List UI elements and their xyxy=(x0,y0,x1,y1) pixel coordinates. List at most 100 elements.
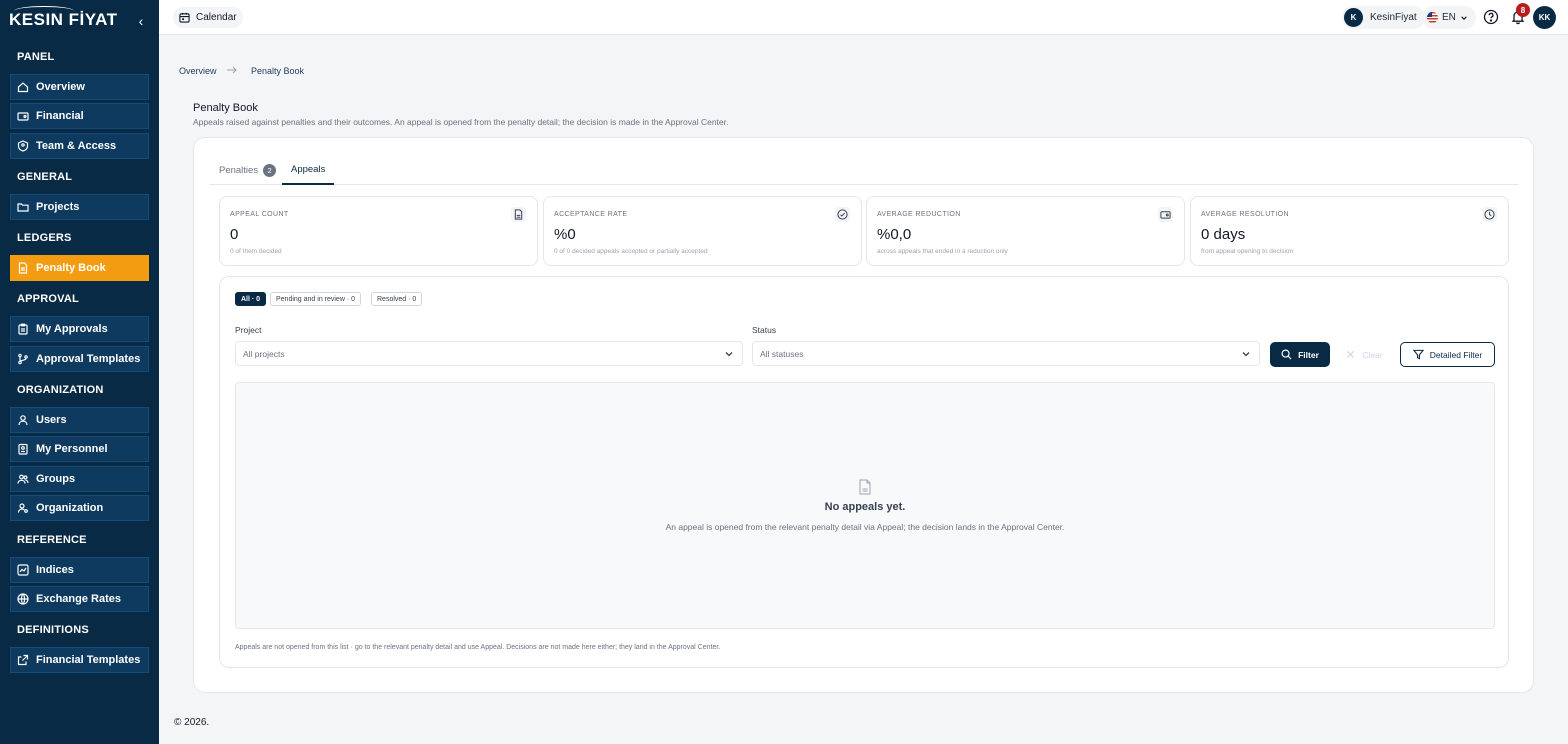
filter-button-label: Filter xyxy=(1298,349,1319,360)
git-branch-icon xyxy=(17,353,29,365)
main-panel: Penalties 2 Appeals APPEAL COUNT 0 0 of … xyxy=(193,137,1534,693)
detailed-filter-label: Detailed Filter xyxy=(1429,349,1483,360)
account-avatar[interactable]: KK xyxy=(1533,6,1556,29)
stat-label: AVERAGE RESOLUTION xyxy=(1201,211,1289,218)
users-icon xyxy=(17,473,29,485)
sidebar-item-label: Indices xyxy=(36,564,74,576)
sidebar-item-label: My Personnel xyxy=(36,443,108,455)
project-select[interactable]: All projects xyxy=(235,341,743,366)
sidebar-item-label: Financial xyxy=(36,110,84,122)
stat-subtext: 0 of 0 decided appeals accepted or parti… xyxy=(554,248,708,255)
clear-button[interactable]: Clear xyxy=(1334,342,1394,367)
tab-bar: Penalties 2 Appeals xyxy=(209,155,1519,185)
tab-count-badge: 2 xyxy=(263,163,277,177)
sidebar-item-approval-templates[interactable]: Approval Templates xyxy=(10,346,149,372)
section-title-organization: ORGANIZATION xyxy=(17,384,104,396)
section-title-panel: PANEL xyxy=(17,51,55,63)
tab-penalties[interactable]: Penalties 2 xyxy=(219,155,277,185)
user-name: KesinFiyat xyxy=(1370,12,1417,23)
sidebar-item-organization[interactable]: Organization xyxy=(10,495,149,521)
sidebar-item-label: Approval Templates xyxy=(36,353,141,365)
filter-button[interactable]: Filter xyxy=(1270,342,1330,367)
section-title-general: GENERAL xyxy=(17,171,73,183)
sidebar-item-label: Penalty Book xyxy=(36,262,106,274)
sidebar-item-label: Projects xyxy=(36,201,80,213)
calendar-button[interactable]: Calendar xyxy=(173,7,243,28)
sidebar-item-penalty-book[interactable]: Penalty Book xyxy=(10,255,149,281)
stat-label: AVERAGE REDUCTION xyxy=(877,211,961,218)
status-select-value: All statuses xyxy=(760,348,804,359)
calendar-icon xyxy=(179,12,190,23)
detailed-filter-button[interactable]: Detailed Filter xyxy=(1400,342,1495,367)
filter-chip-pending[interactable]: Pending and in review · 0 xyxy=(270,292,361,306)
page-title: Penalty Book xyxy=(193,102,258,114)
tab-appeals[interactable]: Appeals xyxy=(282,155,335,185)
clock-icon xyxy=(1482,207,1497,222)
sidebar-item-label: Organization xyxy=(36,502,104,514)
section-title-ledgers: LEDGERS xyxy=(17,232,72,244)
external-doc-icon xyxy=(17,654,29,666)
breadcrumb-current: Penalty Book xyxy=(251,66,305,76)
language-selector[interactable]: EN xyxy=(1422,6,1476,29)
sidebar-item-label: Team & Access xyxy=(36,140,117,152)
chevron-down-icon xyxy=(1242,352,1250,357)
sidebar-item-my-approvals[interactable]: My Approvals xyxy=(10,316,149,342)
wallet-icon xyxy=(1158,207,1173,222)
app-logo[interactable]: KESIN FİYAT xyxy=(9,10,117,30)
stat-label: ACCEPTANCE RATE xyxy=(554,211,628,218)
stat-value: %0 xyxy=(554,226,576,243)
user-icon xyxy=(17,414,29,426)
filter-chip-all[interactable]: All · 0 xyxy=(235,292,267,306)
search-icon xyxy=(1281,349,1292,360)
chevron-down-icon xyxy=(725,352,733,357)
status-select[interactable]: All statuses xyxy=(752,341,1260,366)
stat-card-average-resolution: AVERAGE RESOLUTION 0 days from appeal op… xyxy=(1190,196,1509,266)
stat-value: 0 days xyxy=(1201,226,1246,243)
breadcrumb-overview[interactable]: Overview xyxy=(179,66,217,76)
notification-badge: 8 xyxy=(1516,3,1530,17)
check-circle-icon xyxy=(835,207,850,222)
stat-value: 0 xyxy=(230,226,239,243)
language-label: EN xyxy=(1442,12,1456,23)
sidebar-item-overview[interactable]: Overview xyxy=(10,74,149,100)
chart-icon xyxy=(17,564,29,576)
receipt-icon xyxy=(17,262,29,274)
funnel-icon xyxy=(1412,349,1424,360)
empty-state: No appeals yet. An appeal is opened from… xyxy=(235,382,1495,629)
appeals-list-panel: All · 0 Pending and in review · 0 Resolv… xyxy=(219,276,1509,668)
sidebar: KESIN FİYAT ‹ PANEL Overview Financial T… xyxy=(0,0,159,744)
stat-label: APPEAL COUNT xyxy=(230,211,289,218)
stat-card-appeal-count: APPEAL COUNT 0 0 of them decided xyxy=(219,196,538,266)
user-avatar: K xyxy=(1344,8,1363,27)
sidebar-item-exchange-rates[interactable]: Exchange Rates xyxy=(10,586,149,612)
empty-state-title: No appeals yet. xyxy=(824,501,906,513)
sidebar-item-financial-templates[interactable]: Financial Templates xyxy=(10,647,149,673)
sidebar-item-indices[interactable]: Indices xyxy=(10,557,149,583)
sidebar-item-groups[interactable]: Groups xyxy=(10,466,149,492)
collapse-sidebar-icon[interactable]: ‹ xyxy=(134,13,148,29)
section-title-reference: REFERENCE xyxy=(17,534,87,546)
sidebar-item-team-access[interactable]: Team & Access xyxy=(10,133,149,159)
sidebar-item-projects[interactable]: Projects xyxy=(10,194,149,220)
sidebar-item-label: Financial Templates xyxy=(36,654,141,666)
topbar: Calendar K KesinFiyat EN 8 KK xyxy=(159,0,1568,35)
help-icon[interactable] xyxy=(1483,9,1499,25)
sidebar-item-financial[interactable]: Financial xyxy=(10,103,149,129)
stat-card-acceptance-rate: ACCEPTANCE RATE %0 0 of 0 decided appeal… xyxy=(543,196,862,266)
sidebar-item-users[interactable]: Users xyxy=(10,407,149,433)
empty-state-description: An appeal is opened from the relevant pe… xyxy=(665,522,1065,532)
stat-value: %0,0 xyxy=(877,226,912,243)
user-menu[interactable]: K KesinFiyat xyxy=(1342,6,1425,29)
tab-label: Appeals xyxy=(291,163,326,175)
sidebar-item-label: Users xyxy=(36,414,67,426)
document-icon xyxy=(859,479,871,495)
sidebar-item-my-personnel[interactable]: My Personnel xyxy=(10,436,149,462)
page-description: Appeals raised against penalties and the… xyxy=(193,117,729,127)
sidebar-item-label: Overview xyxy=(36,81,85,93)
chevron-down-icon xyxy=(1461,15,1467,20)
sidebar-item-label: My Approvals xyxy=(36,323,108,335)
status-label: Status xyxy=(752,325,777,335)
stat-subtext: from appeal opening to decision xyxy=(1201,248,1294,255)
filter-chip-resolved[interactable]: Resolved · 0 xyxy=(371,292,423,306)
folder-icon xyxy=(17,201,29,213)
